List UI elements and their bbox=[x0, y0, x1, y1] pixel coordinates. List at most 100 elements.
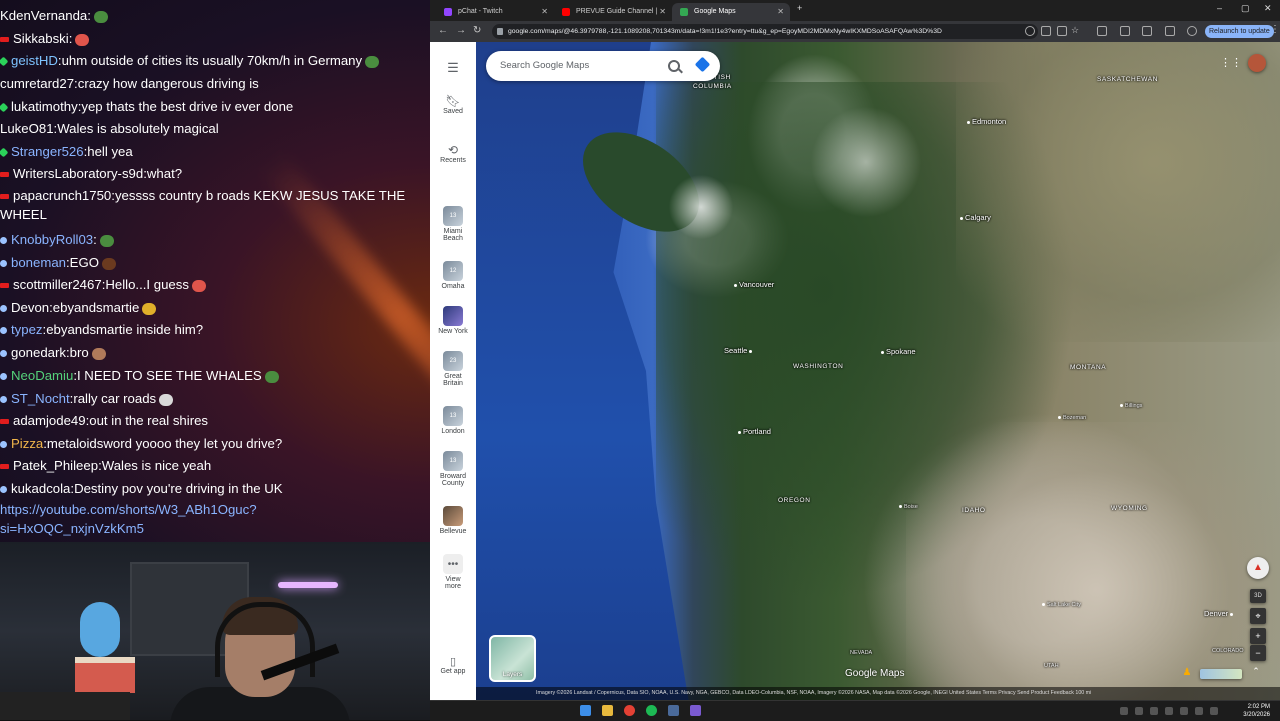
chat-message: papacrunch1750:yessss country b roads KE… bbox=[0, 186, 430, 224]
recent-place-omaha[interactable]: 12 Omaha bbox=[430, 261, 476, 290]
view-more-button[interactable]: ••• View more bbox=[430, 554, 476, 590]
menu-icon[interactable]: ☰ bbox=[430, 60, 476, 76]
recent-place-new-york[interactable]: New York bbox=[430, 306, 476, 335]
search-input[interactable]: Search Google Maps bbox=[500, 51, 589, 81]
chat-username[interactable]: Stranger526 bbox=[11, 144, 84, 159]
tilt-3d-button[interactable]: 3D bbox=[1250, 589, 1266, 603]
saved-button[interactable]: 🔖︎ Saved bbox=[430, 94, 476, 115]
place-label: Omaha bbox=[441, 283, 465, 290]
download-icon[interactable] bbox=[1165, 26, 1175, 36]
system-clock[interactable]: 2:02 PM 3/20/2026 bbox=[1243, 703, 1270, 719]
chat-username[interactable]: gonedark bbox=[11, 345, 66, 360]
address-bar[interactable]: google.com/maps/@46.3979788,-121.1089208… bbox=[492, 24, 1038, 39]
bookmark-star-icon[interactable]: ☆ bbox=[1071, 25, 1081, 35]
share-icon[interactable] bbox=[1057, 26, 1067, 36]
close-tab-icon[interactable]: ✕ bbox=[777, 3, 784, 21]
expand-icon[interactable]: ⌃ bbox=[1248, 666, 1264, 680]
zoom-in-button[interactable]: + bbox=[1250, 628, 1266, 644]
snow-cap bbox=[666, 172, 736, 242]
chat-message: KnobbyRoll03: bbox=[0, 229, 430, 251]
windows-start-icon[interactable] bbox=[580, 705, 591, 716]
chat-username[interactable]: geistHD bbox=[11, 53, 58, 68]
chat-username[interactable]: ST_Nocht bbox=[11, 391, 70, 406]
fullscreen-icon[interactable] bbox=[1120, 26, 1130, 36]
chat-username[interactable]: KdenVernanda bbox=[0, 8, 87, 23]
tray-icon[interactable] bbox=[1150, 707, 1158, 715]
zoom-out-button[interactable]: − bbox=[1250, 645, 1266, 661]
close-window-icon[interactable]: ✕ bbox=[1264, 3, 1272, 14]
chat-username[interactable]: kukadcola bbox=[11, 481, 70, 496]
my-location-icon[interactable]: ⌖ bbox=[1250, 608, 1266, 624]
recents-button[interactable]: ⟲ Recents bbox=[430, 143, 476, 164]
chat-username[interactable]: scottmiller2467 bbox=[13, 277, 102, 292]
zoom-icon[interactable] bbox=[1025, 26, 1035, 36]
directions-icon[interactable] bbox=[694, 56, 711, 73]
compass-icon[interactable]: ▲ bbox=[1247, 557, 1269, 579]
site-info-icon[interactable] bbox=[497, 28, 503, 35]
pegman-icon[interactable]: ♟ bbox=[1181, 667, 1193, 681]
steam-icon[interactable] bbox=[668, 705, 679, 716]
chat-link-line-2[interactable]: si=HxOQC_nxjnVzkKm5 bbox=[0, 518, 430, 540]
sidebar-icon[interactable] bbox=[1142, 26, 1152, 36]
chat-username[interactable]: NeoDamiu bbox=[11, 368, 73, 383]
profile-icon[interactable] bbox=[1187, 26, 1197, 36]
recent-place-broward-county[interactable]: 13 Broward County bbox=[430, 451, 476, 487]
tray-icon[interactable] bbox=[1165, 707, 1173, 715]
map-label-idaho: IDAHO bbox=[962, 507, 986, 514]
chrome-icon[interactable] bbox=[624, 705, 635, 716]
chat-message: kukadcola:Destiny pov you're driving in … bbox=[0, 478, 430, 500]
layers-button[interactable]: Layers bbox=[489, 635, 536, 682]
tray-icon[interactable] bbox=[1210, 707, 1218, 715]
reload-icon[interactable]: ↻ bbox=[473, 25, 481, 36]
search-icon[interactable] bbox=[668, 60, 680, 72]
tray-icon[interactable] bbox=[1135, 707, 1143, 715]
recent-place-great-britain[interactable]: 23 Great Britain bbox=[430, 351, 476, 387]
new-tab-button[interactable]: + bbox=[797, 3, 802, 13]
recent-place-london[interactable]: 13 London bbox=[430, 406, 476, 435]
satellite-map[interactable]: BRITISH COLUMBIA SASKATCHEWAN Edmonton C… bbox=[476, 42, 1280, 700]
tray-icon[interactable] bbox=[1180, 707, 1188, 715]
extensions-icon[interactable] bbox=[1097, 26, 1107, 36]
forward-icon[interactable]: → bbox=[456, 25, 466, 36]
chat-username[interactable]: Pizza bbox=[11, 436, 43, 451]
map-label-seattle: Seattle bbox=[724, 346, 754, 355]
chat-username[interactable]: Devon bbox=[11, 300, 49, 315]
relaunch-to-update-button[interactable]: Relaunch to update bbox=[1205, 25, 1274, 38]
back-icon[interactable]: ← bbox=[438, 25, 448, 36]
maximize-icon[interactable]: ▢ bbox=[1241, 3, 1250, 14]
chat-username[interactable]: lukatimothy bbox=[11, 99, 78, 114]
more-menu-icon[interactable]: ⋮ bbox=[1270, 24, 1280, 35]
apps-grid-icon[interactable]: ⋮⋮ bbox=[1220, 56, 1242, 70]
close-tab-icon[interactable]: ✕ bbox=[541, 3, 548, 21]
chat-username[interactable]: Patek_Phileep bbox=[13, 458, 98, 473]
get-app-button[interactable]: ▯ Get app bbox=[430, 655, 476, 675]
tray-icon[interactable] bbox=[1120, 707, 1128, 715]
tab-google-maps[interactable]: Google Maps ✕ bbox=[672, 3, 790, 21]
chat-username[interactable]: cumretard27 bbox=[0, 76, 74, 91]
chat-username[interactable]: Sikkabski bbox=[13, 31, 69, 46]
install-app-icon[interactable] bbox=[1041, 26, 1051, 36]
file-explorer-icon[interactable] bbox=[602, 705, 613, 716]
tab-twitch[interactable]: pChat - Twitch ✕ bbox=[436, 3, 554, 21]
tray-icon[interactable] bbox=[1195, 707, 1203, 715]
app-icon[interactable] bbox=[690, 705, 701, 716]
search-box[interactable]: Search Google Maps bbox=[486, 51, 720, 81]
chat-badge-icon bbox=[0, 304, 7, 312]
chat-message: LukeO81:Wales is absolutely magical bbox=[0, 118, 430, 140]
recent-place-miami-beach[interactable]: 13 Miami Beach bbox=[430, 206, 476, 242]
minimize-icon[interactable]: – bbox=[1217, 3, 1222, 13]
spotify-icon[interactable] bbox=[646, 705, 657, 716]
recent-place-bellevue[interactable]: Bellevue bbox=[430, 506, 476, 535]
chat-username[interactable]: typez bbox=[11, 322, 43, 337]
tab-youtube[interactable]: PREVUE Guide Channel | Nove ✕ bbox=[554, 3, 672, 33]
account-avatar[interactable] bbox=[1248, 54, 1266, 72]
imagery-thumbnails[interactable] bbox=[1200, 669, 1242, 679]
chat-username[interactable]: papacrunch1750 bbox=[13, 188, 111, 203]
chat-username[interactable]: WritersLaboratory-s9d bbox=[13, 166, 143, 181]
close-tab-icon[interactable]: ✕ bbox=[659, 3, 666, 21]
chat-username[interactable]: adamjode49 bbox=[13, 413, 86, 428]
chat-username[interactable]: KnobbyRoll03 bbox=[11, 232, 93, 247]
chat-username[interactable]: LukeO81 bbox=[0, 121, 54, 136]
place-label: Bellevue bbox=[439, 528, 467, 535]
chat-username[interactable]: boneman bbox=[11, 255, 66, 270]
